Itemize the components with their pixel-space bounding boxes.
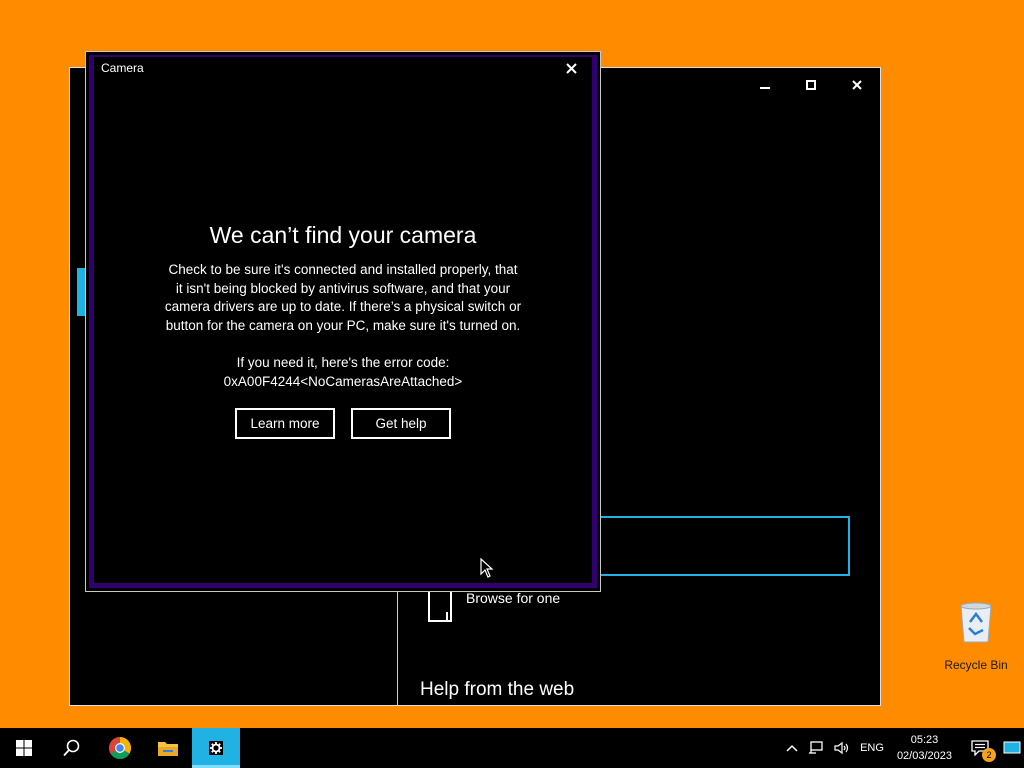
mouse-cursor-icon <box>480 558 494 578</box>
browse-label: Browse for one <box>466 590 561 606</box>
help-section-title: Help from the web <box>420 679 575 700</box>
chrome-button[interactable] <box>96 728 144 768</box>
maximize-icon <box>806 80 816 90</box>
error-description: Check to be sure it's connected and inst… <box>153 261 533 335</box>
desktop-icon <box>1003 741 1021 754</box>
chrome-icon <box>109 737 131 759</box>
nav-selection-indicator <box>77 268 85 316</box>
description-line: button for the camera on your PC, make s… <box>165 317 521 333</box>
error-code: 0xA00F4244<NoCamerasAreAttached> <box>223 373 463 389</box>
network-icon <box>809 741 823 754</box>
search-icon <box>63 739 80 757</box>
start-button[interactable] <box>0 728 48 768</box>
close-icon <box>852 80 862 90</box>
error-heading: We can’t find your camera <box>209 222 477 248</box>
minimize-button[interactable] <box>742 74 788 96</box>
settings-button[interactable] <box>192 728 240 768</box>
show-desktop-button[interactable] <box>1000 728 1024 768</box>
show-hidden-icons-button[interactable] <box>781 728 803 768</box>
minimize-icon <box>760 87 770 89</box>
network-button[interactable] <box>803 728 829 768</box>
column-divider <box>397 588 398 706</box>
search-button[interactable] <box>48 728 96 768</box>
document-icon <box>428 590 452 622</box>
description-line: Check to be sure it's connected and inst… <box>168 262 518 277</box>
text-input[interactable] <box>598 516 850 576</box>
error-content: We can’t find your camera Check to be su… <box>86 222 600 439</box>
windows-logo-icon <box>16 740 32 756</box>
close-button[interactable] <box>834 74 880 96</box>
camera-close-button[interactable] <box>560 57 582 79</box>
clock[interactable]: 05:23 02/03/2023 <box>889 732 960 764</box>
recycle-bin[interactable]: Recycle Bin <box>940 600 1012 673</box>
description-line: it isn't being blocked by antivirus soft… <box>175 280 511 296</box>
recycle-bin-label: Recycle Bin <box>944 658 1008 672</box>
description-line: camera drivers are up to date. If there’… <box>164 299 522 314</box>
close-icon <box>565 62 577 74</box>
gear-icon <box>209 741 223 755</box>
learn-more-button[interactable]: Learn more <box>235 408 335 439</box>
window-controls <box>742 74 880 96</box>
folder-icon <box>158 742 178 756</box>
language-indicator[interactable]: ENG <box>855 728 889 768</box>
browse-link[interactable]: Browse for one <box>428 590 560 622</box>
notification-count-badge: 2 <box>982 748 996 762</box>
error-code-block: If you need it, here's the error code: 0… <box>86 354 600 391</box>
action-buttons: Learn more Get help <box>86 408 600 439</box>
taskbar: ENG 05:23 02/03/2023 2 <box>0 728 1024 768</box>
get-help-button[interactable]: Get help <box>351 408 451 439</box>
chevron-up-icon <box>786 744 798 752</box>
error-intro: If you need it, here's the error code: <box>236 355 450 370</box>
speaker-icon <box>834 741 849 755</box>
volume-button[interactable] <box>829 728 855 768</box>
maximize-button[interactable] <box>788 74 834 96</box>
recycle-bin-icon <box>960 602 992 643</box>
clock-time: 05:23 <box>910 734 939 746</box>
file-explorer-button[interactable] <box>144 728 192 768</box>
action-center-button[interactable]: 2 <box>960 728 1000 768</box>
clock-date: 02/03/2023 <box>896 750 952 762</box>
system-tray: ENG 05:23 02/03/2023 2 <box>781 728 1024 768</box>
window-title: Camera <box>101 61 144 75</box>
camera-window: Camera We can’t find your camera Check t… <box>85 51 601 592</box>
